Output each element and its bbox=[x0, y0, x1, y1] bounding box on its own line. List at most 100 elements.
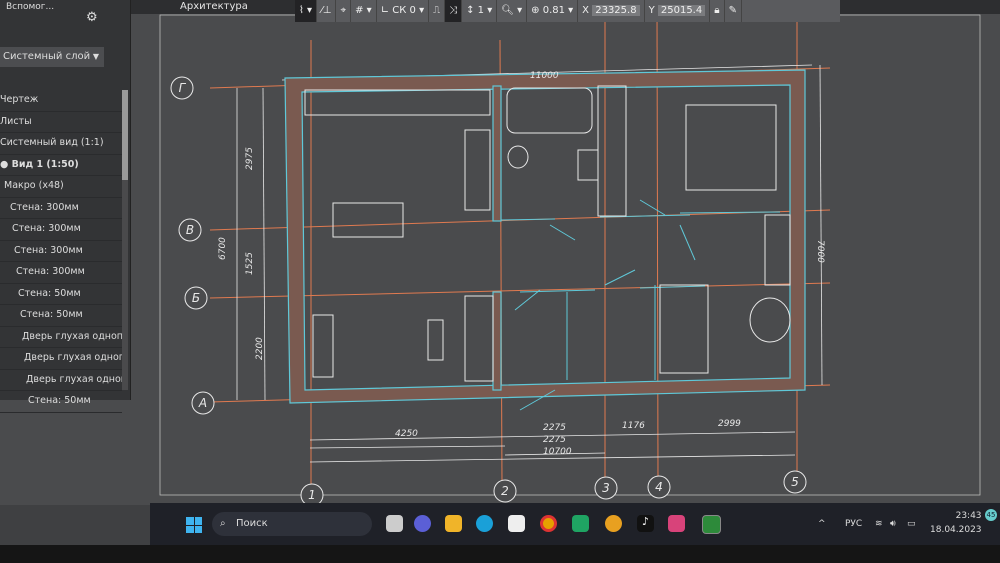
dim-left-total: 6700 bbox=[218, 237, 228, 260]
layer-select[interactable]: Системный слой ▼ bbox=[0, 47, 104, 67]
tree-scrollbar[interactable] bbox=[122, 90, 128, 390]
dim-bottom-total: 10700 bbox=[543, 447, 572, 457]
teams-icon[interactable] bbox=[414, 515, 431, 532]
bathtub bbox=[506, 87, 593, 134]
language-indicator[interactable]: РУС bbox=[845, 503, 862, 545]
instagram-icon[interactable] bbox=[668, 515, 685, 532]
project-tree: Чертеж Листы Системный вид (1:1) ● Вид 1… bbox=[0, 90, 122, 413]
tree-item-wall[interactable]: Стена: 300мм bbox=[0, 262, 122, 284]
chevron-down-icon: ▼ bbox=[92, 52, 99, 61]
pencil-icon[interactable]: ✎ bbox=[725, 0, 742, 22]
date: 18.04.2023 bbox=[930, 525, 982, 535]
shelf bbox=[764, 214, 791, 286]
dining-table bbox=[332, 202, 404, 238]
scrollbar-thumb[interactable] bbox=[122, 90, 128, 180]
tree-item-door[interactable]: Дверь глухая одноп bbox=[0, 370, 122, 391]
wifi-icon[interactable]: ≋ bbox=[875, 503, 883, 545]
axis-label-a: А bbox=[198, 396, 207, 410]
tiktok-icon[interactable]: ♪ bbox=[637, 515, 654, 532]
battery-icon[interactable]: ▭ bbox=[907, 503, 916, 545]
ortho-icon[interactable]: ⎍ bbox=[429, 0, 446, 22]
clock[interactable]: 23:43 18.04.2023 bbox=[930, 509, 982, 537]
tree-item-wall[interactable]: Стена: 300мм bbox=[0, 198, 122, 219]
y-coordinate[interactable]: Y 25015.4 bbox=[645, 0, 711, 22]
gear-icon[interactable]: ⚙ bbox=[86, 10, 98, 25]
x-value[interactable]: 23325.8 bbox=[592, 5, 640, 16]
axis-label-5: 5 bbox=[791, 475, 799, 489]
task-view-icon[interactable] bbox=[386, 515, 403, 532]
tree-item-view-1[interactable]: ● Вид 1 (1:50) bbox=[0, 155, 122, 176]
tree-item-door[interactable]: Дверь глухая одноп bbox=[0, 327, 122, 348]
step-value: 1 bbox=[477, 5, 485, 16]
edge-icon[interactable] bbox=[476, 515, 493, 532]
cad-app-icon[interactable] bbox=[702, 515, 721, 534]
tree-item-system-view[interactable]: Системный вид (1:1) bbox=[0, 133, 122, 155]
point-snap-icon[interactable]: ⌖ bbox=[336, 0, 352, 22]
tree-item-macro[interactable]: Макро (x48) bbox=[0, 176, 122, 198]
media-app-icon[interactable] bbox=[605, 515, 622, 532]
kitchen-counter bbox=[304, 89, 491, 116]
navigator-panel: Вспомог... ⚙ Системный слой ▼ Чертеж Лис… bbox=[0, 0, 131, 413]
dim-bottom-3: 1176 bbox=[622, 421, 645, 431]
step-select[interactable]: ↕ 1 ▾ bbox=[462, 0, 498, 22]
tree-item-wall[interactable]: Стена: 50мм bbox=[0, 305, 122, 327]
dim-bottom-4: 2999 bbox=[718, 419, 741, 429]
chrome-icon[interactable] bbox=[540, 515, 557, 532]
cs-value: СК 0 bbox=[392, 5, 416, 16]
sofa bbox=[464, 295, 494, 382]
x-label: X bbox=[582, 5, 590, 16]
tree-item-door[interactable]: Дверь глухая одноп bbox=[0, 348, 122, 370]
angle-snap-icon[interactable]: ⁄⊥ bbox=[317, 0, 337, 22]
closet bbox=[597, 85, 627, 217]
screen: 11000 6700 2975 1525 2200 7000 4250 2275… bbox=[0, 0, 1000, 545]
dim-bottom-5: 2275 bbox=[543, 435, 566, 445]
volume-icon[interactable]: 🔊︎ bbox=[890, 503, 896, 545]
search-icon: ⌕ bbox=[220, 518, 226, 529]
axis-label-b: Б bbox=[192, 291, 200, 305]
dim-bottom-2: 2275 bbox=[543, 423, 566, 433]
furniture bbox=[304, 85, 791, 382]
toilet bbox=[507, 145, 529, 169]
taskbar-search[interactable]: ⌕ Поиск bbox=[212, 512, 372, 536]
tree-item-wall[interactable]: Стена: 50мм bbox=[0, 391, 122, 413]
axis-label-4: 4 bbox=[655, 480, 663, 494]
dim-right: 7000 bbox=[815, 240, 825, 263]
magnet-snap-icon[interactable]: ⌇ ▾ bbox=[295, 0, 318, 22]
floor-plan[interactable]: 11000 6700 2975 1525 2200 7000 4250 2275… bbox=[0, 0, 1000, 505]
tracking-icon[interactable]: ⤨ bbox=[445, 0, 463, 22]
kitchen-side-counter bbox=[464, 129, 491, 211]
dim-left-a: 2975 bbox=[245, 147, 255, 170]
x-coordinate[interactable]: X 23325.8 bbox=[578, 0, 645, 22]
desk bbox=[749, 297, 791, 343]
coordinate-system-select[interactable]: ∟ СК 0 ▾ bbox=[377, 0, 430, 22]
search-placeholder: Поиск bbox=[236, 518, 268, 529]
grid-icon[interactable]: # ▾ bbox=[351, 0, 377, 22]
tree-item-sheets[interactable]: Листы bbox=[0, 112, 122, 133]
axis-label-3: 3 bbox=[602, 481, 610, 495]
y-label: Y bbox=[648, 5, 655, 16]
notification-badge[interactable]: 45 bbox=[985, 509, 997, 521]
axis-label-1: 1 bbox=[308, 488, 316, 502]
sheets-icon[interactable] bbox=[572, 515, 589, 532]
store-icon[interactable] bbox=[508, 515, 525, 532]
app-title: Архитектура bbox=[180, 1, 248, 12]
taskbar: ⌕ Поиск ♪ ^ РУС ≋ 🔊︎ ▭ 23:43 18.04.2023 … bbox=[150, 503, 1000, 545]
chevron-up-icon[interactable]: ^ bbox=[818, 503, 826, 545]
dim-left-c: 2200 bbox=[255, 337, 265, 360]
coffee-table bbox=[427, 319, 444, 361]
zoom-select[interactable]: ⊕ 0.81 ▾ bbox=[527, 0, 579, 22]
wardrobe bbox=[659, 284, 709, 374]
tv-stand bbox=[312, 314, 334, 378]
dim-bottom-1: 4250 bbox=[395, 429, 418, 439]
lock-icon[interactable]: 🔒︎ bbox=[710, 0, 725, 22]
tree-item-drawing[interactable]: Чертеж bbox=[0, 90, 122, 112]
tree-item-wall[interactable]: Стена: 300мм bbox=[0, 241, 122, 262]
tree-item-wall[interactable]: Стена: 300мм bbox=[0, 219, 122, 241]
file-explorer-icon[interactable] bbox=[445, 515, 462, 532]
tree-item-wall[interactable]: Стена: 50мм bbox=[0, 284, 122, 305]
y-value[interactable]: 25015.4 bbox=[657, 5, 706, 16]
windows-start-icon[interactable] bbox=[186, 517, 202, 533]
partitions bbox=[500, 199, 781, 411]
dim-overall-top: 11000 bbox=[530, 71, 559, 81]
zoom-tool-icon[interactable]: 🔍︎ ▾ bbox=[497, 0, 528, 22]
